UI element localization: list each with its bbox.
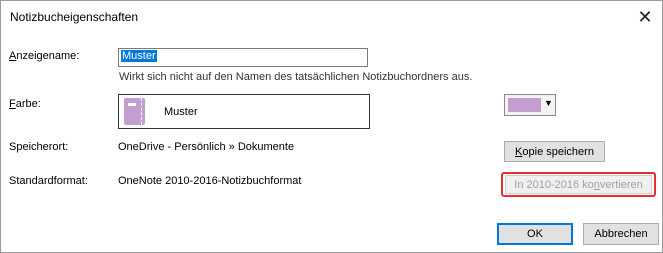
save-copy-label: opie speichern xyxy=(522,145,594,158)
location-value: OneDrive - Persönlich » Dokumente xyxy=(118,141,295,153)
display-name-hint: Wirkt sich nicht auf den Namen des tatsä… xyxy=(119,71,473,83)
display-name-label-text: nzeigename: xyxy=(16,50,80,62)
display-name-input[interactable]: Muster xyxy=(118,48,368,67)
color-swatch xyxy=(508,98,541,112)
color-label: Farbe: xyxy=(9,98,41,110)
close-icon: ✕ xyxy=(637,7,653,27)
display-name-label: Anzeigename: xyxy=(9,50,79,62)
save-copy-accesskey: K xyxy=(515,145,523,158)
notebook-preview-name: Muster xyxy=(164,106,198,118)
display-name-value: Muster xyxy=(121,50,157,62)
default-format-label: Standardformat: xyxy=(9,175,88,187)
default-format-value: OneNote 2010-2016-Notizbuchformat xyxy=(118,175,302,187)
dialog-title: Notizbucheigenschaften xyxy=(10,10,139,24)
close-button[interactable]: ✕ xyxy=(631,3,659,31)
highlight-annotation xyxy=(501,172,656,197)
title-bar: Notizbucheigenschaften ✕ xyxy=(1,1,662,33)
notebook-preview: Muster xyxy=(118,94,370,129)
save-copy-button[interactable]: Kopie speichern xyxy=(504,141,605,162)
cancel-button[interactable]: Abbrechen xyxy=(583,223,659,245)
color-label-text: arbe: xyxy=(15,98,41,110)
location-label: Speicherort: xyxy=(9,141,69,153)
color-label-accesskey: F xyxy=(9,98,16,110)
notebook-icon xyxy=(124,98,145,125)
notebook-properties-dialog: Notizbucheigenschaften ✕ Anzeigename: Mu… xyxy=(0,0,663,253)
ok-button[interactable]: OK xyxy=(497,223,573,245)
dropdown-arrow-icon: ▼ xyxy=(544,98,553,108)
color-picker-dropdown[interactable]: ▼ xyxy=(504,94,556,116)
